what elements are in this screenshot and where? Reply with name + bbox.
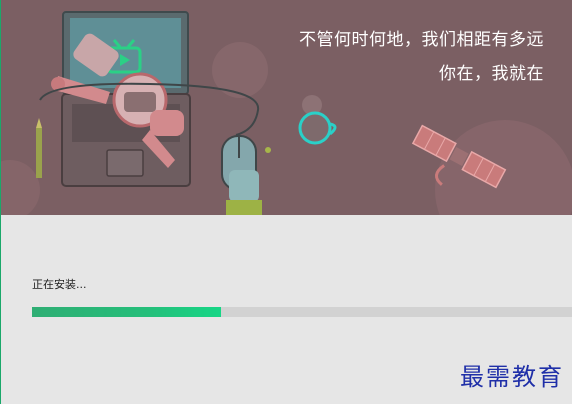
installer-window: 不管何时何地，我们相距有多远 你在，我就在 正在安装... 最需教育 [0,0,572,404]
installer-banner: 不管何时何地，我们相距有多远 你在，我就在 [0,0,572,215]
install-progress-panel: 正在安装... 最需教育 [0,215,572,404]
sparkle-decoration [265,147,271,153]
install-progress-bar [32,307,572,317]
watermark-text: 最需教育 [460,363,564,391]
planet-decoration [435,120,572,215]
coffee-cup-icon [298,111,337,145]
pencil-icon [36,118,42,178]
banner-slogan-line2: 你在，我就在 [439,64,544,84]
install-progress-fill [32,307,221,317]
install-status-text: 正在安装... [32,278,87,291]
banner-slogan-line1: 不管何时何地，我们相距有多远 [299,30,544,50]
planet-decoration [0,160,40,215]
mouse-icon [221,135,262,215]
window-left-border [0,0,1,404]
